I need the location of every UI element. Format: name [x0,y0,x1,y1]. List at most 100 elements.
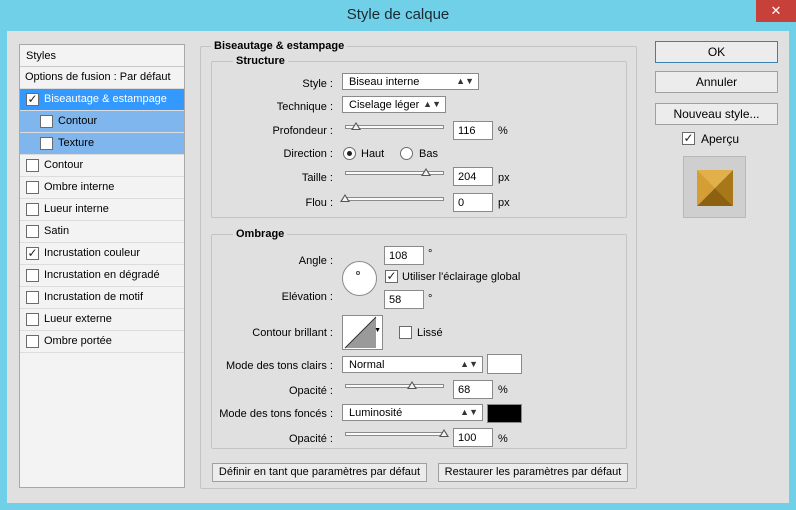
highlight-opacity-thumb[interactable] [407,381,418,389]
antialias-checkbox[interactable] [399,326,412,339]
gloss-contour-label: Contour brillant : [252,327,333,339]
preview-label: Aperçu [701,132,740,146]
style-select[interactable]: Biseau interne ▲▼ [342,73,479,90]
style-item[interactable]: Satin [20,221,184,243]
structure-title: Structure [233,55,288,67]
style-item[interactable]: ✓ Biseautage & estampage [20,89,184,111]
new-style-button[interactable]: Nouveau style... [655,103,778,125]
style-item-label: Contour [44,159,84,171]
highlight-color-swatch[interactable] [487,354,522,374]
style-item[interactable]: Contour [20,111,184,133]
style-item-label: Ombre interne [44,181,115,193]
style-item-checkbox[interactable]: ✓ [26,93,39,106]
depth-slider-thumb[interactable] [351,122,362,130]
chevron-updown-icon: ▲▼ [460,407,478,417]
style-item-checkbox[interactable] [26,203,39,216]
style-item[interactable]: Contour [20,155,184,177]
highlight-mode-select[interactable]: Normal ▲▼ [342,356,483,373]
style-item[interactable]: Texture [20,133,184,155]
shadow-opacity-unit: % [498,433,508,445]
highlight-opacity-input[interactable]: 68 [453,380,493,399]
shadow-opacity-input[interactable]: 100 [453,428,493,447]
angle-indicator-dot [356,271,360,275]
ok-button[interactable]: OK [655,41,778,63]
cancel-button[interactable]: Annuler [655,71,778,93]
depth-input[interactable]: 116 [453,121,493,140]
style-select-value: Biseau interne [349,76,420,88]
shadow-opacity-thumb[interactable] [439,429,449,437]
shadow-mode-label: Mode des tons foncés : [219,408,333,420]
style-item[interactable]: Incrustation en dégradé [20,265,184,287]
depth-unit: % [498,125,508,137]
style-item-checkbox[interactable] [26,225,39,238]
style-item-checkbox[interactable]: ✓ [26,247,39,260]
style-item[interactable]: Lueur externe [20,309,184,331]
shadow-color-swatch[interactable] [487,404,522,423]
styles-list: Styles Options de fusion : Par défaut ✓ Bi… [19,44,185,488]
radio-selected-dot [347,151,352,156]
altitude-label: Elévation : [281,291,333,303]
technique-label: Technique : [276,101,333,113]
gloss-contour-picker[interactable]: ▼ [342,315,383,350]
highlight-mode-label: Mode des tons clairs : [226,360,333,372]
style-item-checkbox[interactable] [40,137,53,150]
dialog-body: Styles Options de fusion : Par défaut ✓ Bi… [7,31,789,503]
shading-title: Ombrage [233,228,288,240]
direction-down-label: Bas [419,148,438,160]
soften-slider-track[interactable] [345,197,444,201]
style-item[interactable]: Options de fusion : Par défaut [20,67,184,89]
style-item-checkbox[interactable] [26,335,39,348]
technique-select-value: Ciselage léger [349,99,420,111]
technique-select[interactable]: Ciselage léger ▲▼ [342,96,446,113]
depth-label: Profondeur : [272,125,333,137]
size-input[interactable]: 204 [453,167,493,186]
altitude-unit: ° [428,293,433,305]
close-button[interactable]: ✕ [756,0,796,22]
angle-dial[interactable] [342,261,377,296]
direction-label: Direction : [283,148,333,160]
angle-input[interactable]: 108 [384,246,424,265]
antialias-label: Lissé [417,327,443,339]
make-default-button[interactable]: Définir en tant que paramètres par défau… [212,463,427,482]
shadow-opacity-track[interactable] [345,432,444,436]
chevron-updown-icon: ▲▼ [423,99,441,109]
shadow-mode-select[interactable]: Luminosité ▲▼ [342,404,483,421]
shadow-opacity-label: Opacité : [288,433,333,445]
preview-checkbox[interactable]: ✓ [682,132,695,145]
altitude-input[interactable]: 58 [384,290,424,309]
chevron-down-icon: ▼ [374,327,381,334]
style-item-checkbox[interactable] [26,313,39,326]
global-light-checkbox[interactable]: ✓ [385,270,398,283]
style-item[interactable]: ✓ Incrustation couleur [20,243,184,265]
reset-default-button[interactable]: Restaurer les paramètres par défaut [438,463,628,482]
style-item-label: Lueur externe [44,313,112,325]
style-item-label: Incrustation couleur [44,247,140,259]
chevron-updown-icon: ▲▼ [460,359,478,369]
size-label: Taille : [301,172,333,184]
bevel-emboss-title: Biseautage & estampage [211,40,348,52]
style-item[interactable]: Ombre interne [20,177,184,199]
style-item-checkbox[interactable] [26,269,39,282]
style-item-checkbox[interactable] [26,159,39,172]
size-slider-thumb[interactable] [420,168,431,176]
style-item-checkbox[interactable] [26,291,39,304]
style-item-checkbox[interactable] [26,181,39,194]
window-title: Style de calque [346,6,450,23]
direction-up-radio[interactable] [343,147,356,160]
style-item-label: Ombre portée [44,335,112,347]
style-item-checkbox[interactable] [40,115,53,128]
highlight-opacity-unit: % [498,384,508,396]
style-item[interactable]: Ombre portée [20,331,184,353]
style-item[interactable]: Incrustation de motif [20,287,184,309]
preview-bevel-swatch [697,170,733,206]
style-item[interactable]: Lueur interne [20,199,184,221]
style-preview-thumbnail [683,156,746,218]
style-item-label: Incrustation en dégradé [44,269,160,281]
soften-slider-thumb[interactable] [340,194,350,202]
soften-label: Flou : [305,197,333,209]
highlight-opacity-label: Opacité : [288,385,333,397]
highlight-opacity-track[interactable] [345,384,444,388]
contour-curve-icon [344,316,377,349]
direction-down-radio[interactable] [400,147,413,160]
soften-input[interactable]: 0 [453,193,493,212]
